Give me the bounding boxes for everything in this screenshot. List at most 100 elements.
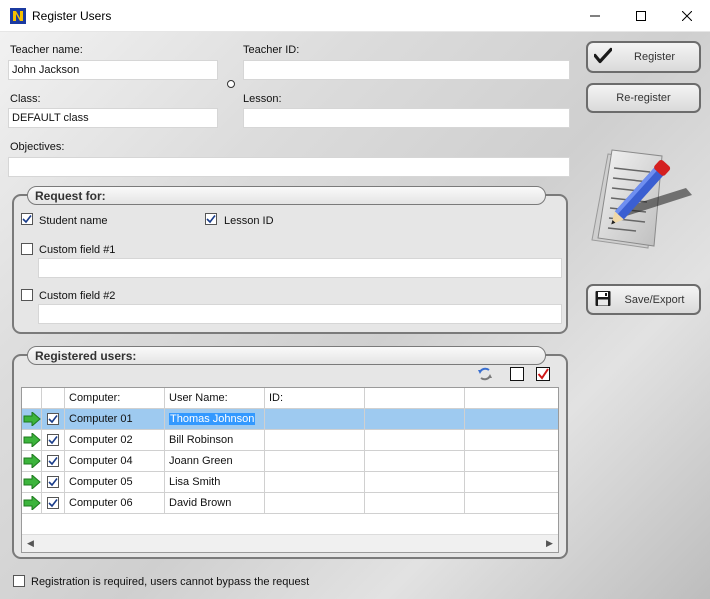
custom-field-1-label: Custom field #1 — [39, 244, 116, 256]
green-arrow-icon — [23, 473, 41, 492]
row-checkbox[interactable] — [47, 497, 59, 509]
close-icon — [682, 11, 692, 21]
horizontal-scrollbar[interactable]: ◀ ▶ — [22, 534, 558, 552]
column-header[interactable]: ID: — [265, 388, 365, 409]
document-pencil-icon — [586, 148, 696, 252]
registered-users-title: Registered users: — [27, 346, 546, 365]
row-checkbox[interactable] — [47, 413, 59, 425]
row-checkbox-cell[interactable] — [42, 451, 65, 472]
close-button[interactable] — [664, 0, 710, 32]
empty-cell[interactable] — [465, 430, 558, 451]
id-cell[interactable] — [265, 493, 365, 514]
row-arrow-cell[interactable] — [22, 493, 42, 514]
row-checkbox-cell[interactable] — [42, 472, 65, 493]
custom-field-2-input[interactable] — [38, 304, 562, 324]
user-name-cell[interactable]: Lisa Smith — [165, 472, 265, 493]
computer-cell[interactable]: Computer 06 — [65, 493, 165, 514]
id-cell[interactable] — [265, 472, 365, 493]
registration-required-checkbox[interactable] — [13, 575, 25, 587]
save-export-button[interactable]: Save/Export — [586, 284, 701, 315]
maximize-button[interactable] — [618, 0, 664, 32]
table-row[interactable]: Computer 04 Joann Green — [22, 451, 558, 472]
id-cell[interactable] — [265, 409, 365, 430]
reregister-label: Re-register — [616, 92, 671, 104]
user-name-cell[interactable]: David Brown — [165, 493, 265, 514]
empty-cell[interactable] — [465, 451, 558, 472]
minimize-button[interactable] — [572, 0, 618, 32]
empty-cell[interactable] — [465, 493, 558, 514]
lesson-id-checkbox[interactable] — [205, 213, 217, 225]
user-name-cell[interactable]: Bill Robinson — [165, 430, 265, 451]
class-label: Class: — [10, 93, 41, 105]
row-arrow-cell[interactable] — [22, 451, 42, 472]
row-checkbox-cell[interactable] — [42, 493, 65, 514]
empty-cell[interactable] — [465, 409, 558, 430]
registration-required-label: Registration is required, users cannot b… — [31, 576, 310, 588]
id-cell[interactable] — [265, 430, 365, 451]
row-arrow-cell[interactable] — [22, 472, 42, 493]
scroll-left-icon[interactable]: ◀ — [27, 538, 34, 549]
column-header[interactable]: User Name: — [165, 388, 265, 409]
row-checkbox-cell[interactable] — [42, 409, 65, 430]
id-cell[interactable] — [265, 451, 365, 472]
student-name-checkbox[interactable] — [21, 213, 33, 225]
request-for-title: Request for: — [27, 186, 546, 205]
scroll-right-icon[interactable]: ▶ — [546, 538, 553, 549]
custom-field-2-checkbox[interactable] — [21, 289, 33, 301]
select-all-checkbox[interactable] — [536, 367, 550, 381]
row-checkbox-cell[interactable] — [42, 430, 65, 451]
custom-field-1-input[interactable] — [38, 258, 562, 278]
column-header[interactable]: Computer: — [65, 388, 165, 409]
maximize-icon — [636, 11, 646, 21]
reregister-button[interactable]: Re-register — [586, 83, 701, 113]
table-row[interactable]: Computer 06 David Brown — [22, 493, 558, 514]
column-header[interactable] — [365, 388, 465, 409]
table-row[interactable]: Computer 05 Lisa Smith — [22, 472, 558, 493]
column-header[interactable] — [465, 388, 558, 409]
teacher-name-label: Teacher name: — [10, 44, 83, 56]
user-name-cell[interactable]: Thomas Johnson — [165, 409, 265, 430]
teacher-id-field[interactable] — [243, 60, 570, 80]
column-header[interactable] — [42, 388, 65, 409]
deselect-all-checkbox[interactable] — [510, 367, 524, 381]
computer-cell[interactable]: Computer 05 — [65, 472, 165, 493]
empty-cell[interactable] — [365, 472, 465, 493]
green-arrow-icon — [23, 410, 41, 429]
checkmark-icon — [593, 47, 613, 67]
empty-cell[interactable] — [365, 493, 465, 514]
custom-field-2-label: Custom field #2 — [39, 290, 116, 302]
empty-cell[interactable] — [365, 430, 465, 451]
computer-cell[interactable]: Computer 04 — [65, 451, 165, 472]
row-checkbox[interactable] — [47, 476, 59, 488]
refresh-icon[interactable] — [476, 366, 494, 382]
green-arrow-icon — [23, 431, 41, 450]
user-name-edit[interactable]: Thomas Johnson — [169, 413, 256, 425]
register-label: Register — [634, 51, 675, 63]
empty-cell[interactable] — [365, 409, 465, 430]
floppy-disk-icon — [595, 290, 611, 309]
empty-cell[interactable] — [365, 451, 465, 472]
separator-dot — [227, 80, 235, 88]
user-name-cell[interactable]: Joann Green — [165, 451, 265, 472]
table-row[interactable]: Computer 02 Bill Robinson — [22, 430, 558, 451]
custom-field-1-checkbox[interactable] — [21, 243, 33, 255]
objectives-field[interactable] — [8, 157, 570, 177]
table-row[interactable]: Computer 01 Thomas Johnson — [22, 409, 558, 430]
row-arrow-cell[interactable] — [22, 409, 42, 430]
registered-users-grid: Computer: User Name: ID: Computer 01 Thomas … — [21, 387, 559, 553]
class-field[interactable] — [8, 108, 218, 128]
lesson-field[interactable] — [243, 108, 570, 128]
row-checkbox[interactable] — [47, 455, 59, 467]
empty-cell[interactable] — [465, 472, 558, 493]
green-arrow-icon — [23, 494, 41, 513]
green-arrow-icon — [23, 452, 41, 471]
column-header[interactable] — [22, 388, 42, 409]
row-arrow-cell[interactable] — [22, 430, 42, 451]
computer-cell[interactable]: Computer 01 — [65, 409, 165, 430]
lesson-label: Lesson: — [243, 93, 282, 105]
save-export-label: Save/Export — [624, 293, 685, 306]
row-checkbox[interactable] — [47, 434, 59, 446]
register-button[interactable]: Register — [586, 41, 701, 73]
computer-cell[interactable]: Computer 02 — [65, 430, 165, 451]
teacher-name-field[interactable] — [8, 60, 218, 80]
